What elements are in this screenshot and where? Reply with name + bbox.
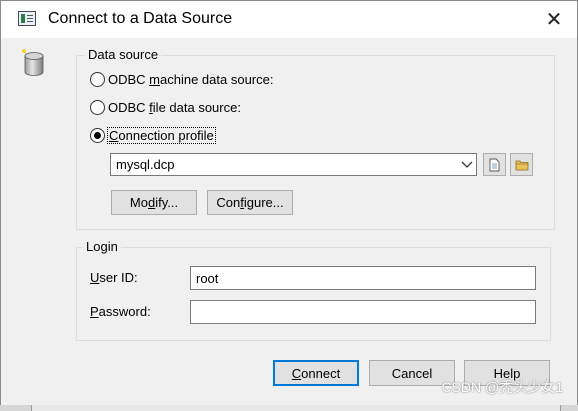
login-group-label: Login: [83, 239, 121, 254]
password-input[interactable]: [190, 300, 536, 324]
configure-button-label: Configure...: [216, 195, 284, 210]
radio-connection-profile-label: Connection profile: [107, 126, 216, 144]
profile-combobox[interactable]: mysql.dcp: [110, 153, 477, 176]
user-id-input[interactable]: root: [190, 266, 536, 290]
connect-dialog: Connect to a Data Source ✕ Data source O…: [0, 0, 578, 407]
close-icon: ✕: [545, 9, 563, 31]
underlying-window-edge: [0, 405, 578, 411]
radio-connection-profile-button[interactable]: [90, 127, 105, 143]
dialog-title: Connect to a Data Source: [48, 10, 233, 27]
close-button[interactable]: ✕: [531, 1, 577, 38]
radio-odbc-machine-label: ODBC machine data source:: [108, 71, 274, 87]
modify-button-label: Modify...: [129, 195, 179, 210]
configure-button[interactable]: Configure...: [207, 190, 293, 215]
radio-odbc-file[interactable]: ODBC file data source:: [90, 97, 241, 117]
database-icon: [22, 49, 44, 76]
connect-button-label: Connect: [291, 365, 341, 381]
title-bar: Connect to a Data Source ✕: [1, 1, 577, 38]
user-id-label: User ID:: [90, 270, 138, 285]
new-profile-button[interactable]: [483, 153, 506, 176]
profile-combobox-value: mysql.dcp: [116, 157, 175, 172]
connect-button[interactable]: Connect: [273, 360, 359, 386]
user-id-value: root: [196, 271, 219, 286]
radio-odbc-file-label: ODBC file data source:: [108, 99, 241, 115]
radio-connection-profile[interactable]: Connection profile: [90, 125, 216, 145]
radio-odbc-machine[interactable]: ODBC machine data source:: [90, 69, 273, 89]
csdn-watermark: CSDN @秃头少女1: [441, 379, 563, 395]
document-icon: [489, 158, 500, 171]
password-label: Password:: [90, 304, 151, 319]
folder-icon: [515, 160, 528, 170]
browse-profile-button[interactable]: [510, 153, 533, 176]
chevron-down-icon[interactable]: [461, 156, 473, 175]
modify-button[interactable]: Modify...: [111, 190, 197, 215]
data-source-group-label: Data source: [85, 47, 162, 62]
cancel-button-label: Cancel: [391, 365, 433, 381]
app-window-icon: [18, 11, 36, 26]
login-group: Login: [76, 239, 551, 341]
radio-odbc-file-button[interactable]: [90, 99, 105, 115]
radio-odbc-machine-button[interactable]: [90, 71, 105, 87]
